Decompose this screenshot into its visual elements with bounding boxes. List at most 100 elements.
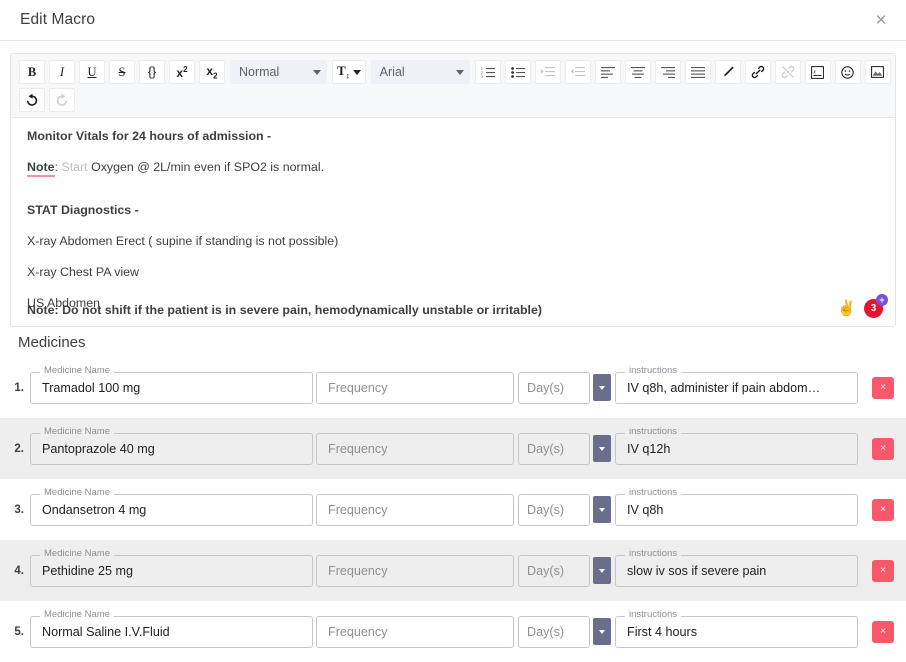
- instructions-input[interactable]: instructions slow iv sos if severe pain: [615, 548, 858, 587]
- bold-button[interactable]: B: [19, 60, 45, 84]
- editor-content[interactable]: Monitor Vitals for 24 hours of admission…: [11, 118, 895, 326]
- align-right-icon[interactable]: [654, 60, 681, 84]
- indent-increase-icon[interactable]: [534, 60, 561, 84]
- frequency-input[interactable]: Frequency: [316, 493, 514, 526]
- instructions-input[interactable]: instructions First 4 hours: [615, 609, 858, 648]
- instructions-label: instructions: [625, 487, 682, 497]
- days-placeholder: Day(s): [527, 502, 565, 517]
- delete-row-button[interactable]: ×: [872, 620, 894, 643]
- medicine-name-value: Pantoprazole 40 mg: [42, 441, 155, 456]
- chevron-down-icon: [313, 69, 321, 75]
- reaction-count: 3: [870, 303, 877, 314]
- code-block-button[interactable]: {}: [139, 60, 165, 84]
- editor-paragraph-clipped: Note: Do not shift if the patient is in …: [27, 303, 542, 318]
- days-placeholder: Day(s): [527, 563, 565, 578]
- medicine-name-value: Normal Saline I.V.Fluid: [42, 624, 170, 639]
- instructions-value: IV q12h: [627, 441, 671, 456]
- note-label: Note: [27, 159, 55, 177]
- row-index: 5.: [14, 625, 24, 638]
- frequency-placeholder: Frequency: [328, 563, 388, 578]
- add-reaction-icon[interactable]: +: [876, 294, 888, 306]
- frequency-input[interactable]: Frequency: [316, 554, 514, 587]
- font-family-select[interactable]: Arial: [370, 60, 470, 84]
- delete-row-button[interactable]: ×: [872, 437, 894, 460]
- victory-hand-icon[interactable]: ✌: [837, 301, 856, 316]
- days-dropdown-button[interactable]: [593, 435, 611, 462]
- medicine-row: 5. Medicine Name Normal Saline I.V.Fluid…: [0, 601, 906, 662]
- ordered-list-icon[interactable]: 123: [474, 60, 501, 84]
- days-dropdown-button[interactable]: [593, 557, 611, 584]
- eraser-icon[interactable]: [894, 60, 895, 84]
- days-input[interactable]: Day(s): [518, 432, 590, 465]
- close-icon[interactable]: ✕: [870, 9, 892, 31]
- instructions-value: slow iv sos if severe pain: [627, 563, 767, 578]
- link-icon[interactable]: [744, 60, 771, 84]
- edit-macro-dialog: Edit Macro ✕ B I U S {} x2 x2 Normal T↕: [0, 0, 906, 662]
- undo-icon[interactable]: [19, 88, 45, 112]
- instructions-input[interactable]: instructions IV q8h: [615, 487, 858, 526]
- image-icon[interactable]: [864, 60, 891, 84]
- font-size-icon[interactable]: T↕: [332, 60, 366, 84]
- medicine-row: 1. Medicine Name Tramadol 100 mg Frequen…: [0, 357, 906, 418]
- medicine-row: 3. Medicine Name Ondansetron 4 mg Freque…: [0, 479, 906, 540]
- delete-row-button[interactable]: ×: [872, 559, 894, 582]
- toolbar-row-secondary: [17, 87, 889, 113]
- days-placeholder: Day(s): [527, 380, 565, 395]
- block-format-select[interactable]: Normal: [230, 60, 327, 84]
- days-input[interactable]: Day(s): [518, 493, 590, 526]
- instructions-input[interactable]: instructions IV q8h, administer if pain …: [615, 365, 858, 404]
- medicine-name-label: Medicine Name: [40, 609, 114, 619]
- redo-icon[interactable]: [49, 88, 75, 112]
- days-input[interactable]: Day(s): [518, 615, 590, 648]
- indent-decrease-icon[interactable]: [564, 60, 591, 84]
- instructions-label: instructions: [625, 548, 682, 558]
- medicine-name-value: Tramadol 100 mg: [42, 380, 141, 395]
- align-center-icon[interactable]: [624, 60, 651, 84]
- row-index: 1.: [14, 381, 24, 394]
- chevron-down-icon: [352, 69, 361, 75]
- medicine-name-input[interactable]: Medicine Name Pantoprazole 40 mg: [30, 426, 313, 465]
- medicine-row: 4. Medicine Name Pethidine 25 mg Frequen…: [0, 540, 906, 601]
- frequency-input[interactable]: Frequency: [316, 371, 514, 404]
- medicine-name-input[interactable]: Medicine Name Tramadol 100 mg: [30, 365, 313, 404]
- subscript-button[interactable]: x2: [199, 60, 225, 84]
- frequency-placeholder: Frequency: [328, 624, 388, 639]
- medicine-name-input[interactable]: Medicine Name Normal Saline I.V.Fluid: [30, 609, 313, 648]
- days-input[interactable]: Day(s): [518, 554, 590, 587]
- frequency-input[interactable]: Frequency: [316, 432, 514, 465]
- emoji-icon[interactable]: [834, 60, 861, 84]
- reaction-count-badge[interactable]: 3 +: [864, 294, 888, 318]
- editor-paragraph: STAT Diagnostics -: [27, 202, 139, 217]
- medicine-row: 2. Medicine Name Pantoprazole 40 mg Freq…: [0, 418, 906, 479]
- chevron-down-icon: [599, 446, 605, 451]
- days-dropdown-button[interactable]: [593, 374, 611, 401]
- medicine-name-input[interactable]: Medicine Name Pethidine 25 mg: [30, 548, 313, 587]
- underline-button[interactable]: U: [79, 60, 105, 84]
- chevron-down-icon: [455, 69, 464, 75]
- align-left-icon[interactable]: [594, 60, 621, 84]
- row-index: 3.: [14, 503, 24, 516]
- unlink-icon[interactable]: [774, 60, 801, 84]
- medicine-name-input[interactable]: Medicine Name Ondansetron 4 mg: [30, 487, 313, 526]
- medicine-name-label: Medicine Name: [40, 426, 114, 436]
- delete-row-button[interactable]: ×: [872, 498, 894, 521]
- frequency-input[interactable]: Frequency: [316, 615, 514, 648]
- editor-paragraph: X-ray Abdomen Erect ( supine if standing…: [27, 233, 339, 248]
- instructions-label: instructions: [625, 609, 682, 619]
- instructions-value: IV q8h, administer if pain abdom…: [627, 380, 821, 395]
- align-justify-icon[interactable]: [684, 60, 711, 84]
- strikethrough-button[interactable]: S: [109, 60, 135, 84]
- delete-row-button[interactable]: ×: [872, 376, 894, 399]
- days-input[interactable]: Day(s): [518, 371, 590, 404]
- row-index: 2.: [14, 442, 24, 455]
- formula-icon[interactable]: x: [804, 60, 831, 84]
- days-dropdown-button[interactable]: [593, 496, 611, 523]
- days-placeholder: Day(s): [527, 441, 565, 456]
- instructions-label: instructions: [625, 426, 682, 436]
- pen-icon[interactable]: [714, 60, 741, 84]
- italic-button[interactable]: I: [49, 60, 75, 84]
- instructions-input[interactable]: instructions IV q12h: [615, 426, 858, 465]
- days-dropdown-button[interactable]: [593, 618, 611, 645]
- superscript-button[interactable]: x2: [169, 60, 195, 84]
- bullet-list-icon[interactable]: [504, 60, 531, 84]
